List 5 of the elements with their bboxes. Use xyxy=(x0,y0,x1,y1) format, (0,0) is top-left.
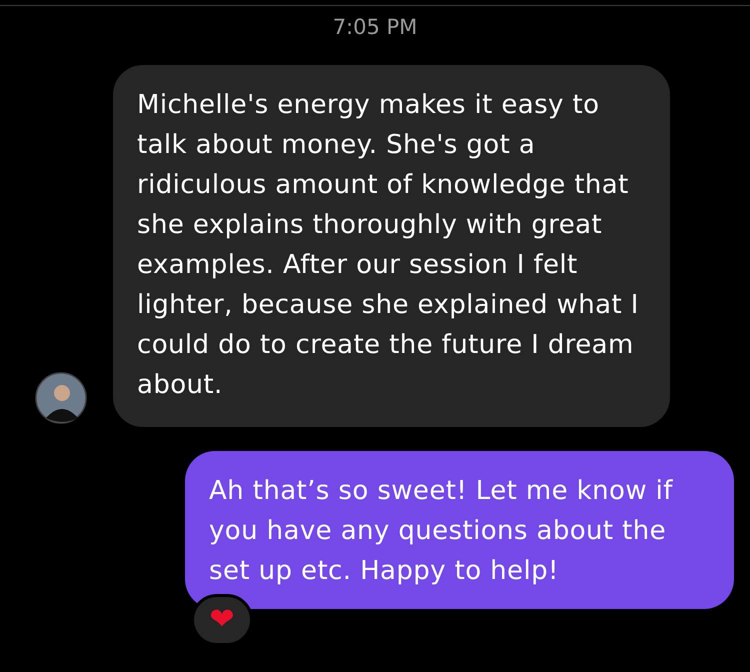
message-bubble: Michelle's energy makes it easy to talk about money. She's got a ridiculous amount of knowledge that she explains thoroughly with great examples. After our session I felt lighter, because she explained what I could do to create the future I dream about. xyxy=(113,65,670,427)
timestamp: 7:05 PM xyxy=(332,14,418,39)
heart-reaction[interactable]: ❤ xyxy=(191,594,253,646)
message-bubble: Ah that’s so sweet! Let me know if you have any questions about the set up etc. Happy to help! xyxy=(185,451,734,609)
avatar-icon[interactable] xyxy=(35,372,87,424)
